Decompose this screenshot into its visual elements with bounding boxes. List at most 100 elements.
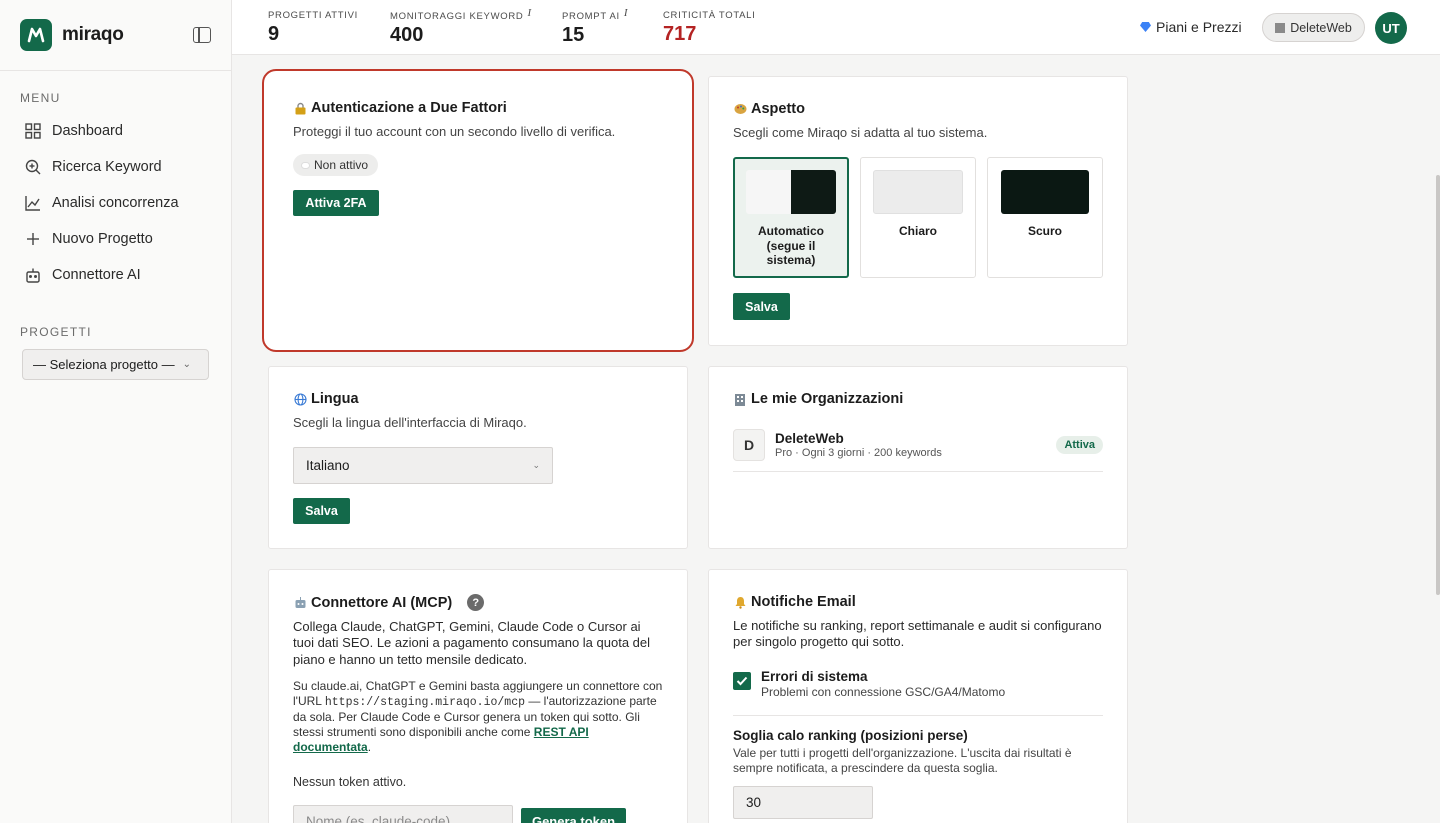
projects-section-label: PROGETTI bbox=[20, 325, 92, 339]
info-icon[interactable]: i bbox=[624, 7, 628, 19]
system-errors-label: Errori di sistema bbox=[761, 668, 868, 684]
twofa-status-badge: Non attivo bbox=[293, 154, 379, 177]
avatar[interactable]: UT bbox=[1375, 12, 1407, 44]
enable-2fa-button[interactable]: Attiva 2FA bbox=[293, 190, 379, 217]
language-card: Lingua Scegli la lingua dell'interfaccia… bbox=[268, 366, 688, 549]
org-pill-label: DeleteWeb bbox=[1290, 20, 1352, 35]
status-badge: Attiva bbox=[1056, 436, 1103, 454]
system-errors-sub: Problemi con connessione GSC/GA4/Matomo bbox=[761, 684, 1006, 699]
token-name-input[interactable] bbox=[293, 804, 513, 823]
sidebar-item-keyword-research[interactable]: Ricerca Keyword bbox=[0, 149, 231, 185]
language-select-value: Italiano bbox=[306, 458, 350, 474]
bell-icon bbox=[733, 595, 747, 609]
theme-option-light[interactable]: Chiaro bbox=[860, 157, 976, 279]
sidebar-item-label: Dashboard bbox=[52, 123, 123, 139]
org-switcher[interactable]: DeleteWeb bbox=[1262, 13, 1365, 42]
threshold-input[interactable] bbox=[733, 785, 873, 819]
theme-options: Automatico (segue il sistema) Chiaro Scu… bbox=[733, 157, 1103, 279]
language-select[interactable]: Italiano ⌄ bbox=[293, 447, 553, 485]
stat-label: PROMPT AI bbox=[562, 11, 620, 22]
save-language-button[interactable]: Salva bbox=[293, 498, 350, 525]
sidebar-toggle-icon[interactable] bbox=[193, 27, 211, 43]
stat-value: 400 bbox=[390, 24, 424, 46]
chevron-down-icon: ⌄ bbox=[532, 460, 540, 471]
theme-option-label: Chiaro bbox=[898, 224, 937, 239]
logo-icon[interactable] bbox=[20, 19, 52, 51]
sidebar-item-new-project[interactable]: Nuovo Progetto bbox=[0, 221, 231, 257]
stat-active-projects: PROGETTI ATTIVI 9 bbox=[268, 10, 358, 46]
appearance-title: Aspetto bbox=[751, 101, 805, 117]
sidebar-item-dashboard[interactable]: Dashboard bbox=[0, 113, 231, 149]
organizations-title: Le mie Organizzazioni bbox=[751, 391, 904, 407]
twofa-title: Autenticazione a Due Fattori bbox=[311, 100, 507, 116]
sidebar-item-competitor-analysis[interactable]: Analisi concorrenza bbox=[0, 185, 231, 221]
stat-ai-prompts: PROMPT AI i 15 bbox=[562, 7, 628, 47]
plus-icon bbox=[24, 231, 41, 248]
brand-name: miraqo bbox=[62, 24, 124, 45]
robot-icon bbox=[24, 267, 41, 284]
project-select[interactable]: — Seleziona progetto — ⌄ bbox=[22, 349, 209, 380]
notifications-title: Notifiche Email bbox=[751, 594, 856, 610]
twofa-card: Autenticazione a Due Fattori Proteggi il… bbox=[262, 69, 694, 352]
twofa-status-text: Non attivo bbox=[314, 158, 369, 173]
system-errors-option: Errori di sistema Problemi con connessio… bbox=[733, 669, 1103, 716]
status-dot-icon bbox=[301, 161, 310, 169]
info-icon[interactable]: i bbox=[527, 7, 531, 19]
no-token-text: Nessun token attivo. bbox=[293, 775, 407, 790]
stat-keyword-monitoring: MONITORAGGI KEYWORD i 400 bbox=[390, 7, 532, 47]
theme-option-auto[interactable]: Automatico (segue il sistema) bbox=[733, 157, 849, 279]
stat-total-issues: CRITICITÀ TOTALI 717 bbox=[663, 10, 756, 46]
stat-value: 717 bbox=[663, 23, 697, 45]
twofa-desc: Proteggi il tuo account con un secondo l… bbox=[293, 124, 616, 139]
page-scrollbar[interactable] bbox=[1436, 175, 1440, 595]
org-meta: Pro · Ogni 3 giorni · 200 keywords bbox=[775, 447, 942, 459]
language-desc: Scegli la lingua dell'interfaccia di Mir… bbox=[293, 415, 527, 430]
generate-token-button[interactable]: Genera token bbox=[521, 807, 626, 823]
brand-header: miraqo bbox=[0, 0, 231, 71]
stat-value: 9 bbox=[268, 23, 280, 45]
notifications-desc: Le notifiche su ranking, report settiman… bbox=[733, 618, 1102, 650]
palette-icon bbox=[733, 102, 747, 116]
theme-preview-dark bbox=[1001, 170, 1089, 215]
building-icon bbox=[733, 392, 747, 406]
appearance-card: Aspetto Scegli come Miraqo si adatta al … bbox=[708, 76, 1128, 346]
notifications-card: Notifiche Email Le notifiche su ranking,… bbox=[708, 569, 1128, 823]
sidebar-item-label: Nuovo Progetto bbox=[52, 231, 153, 247]
topbar: PROGETTI ATTIVI 9 MONITORAGGI KEYWORD i 4… bbox=[232, 0, 1440, 55]
sidebar-item-ai-connector[interactable]: Connettore AI bbox=[0, 257, 231, 293]
project-select-value: — Seleziona progetto — bbox=[33, 357, 175, 372]
mcp-desc: Collega Claude, ChatGPT, Gemini, Claude … bbox=[293, 619, 651, 667]
plans-pricing-link[interactable]: Piani e Prezzi bbox=[1140, 19, 1242, 35]
building-icon bbox=[1275, 22, 1286, 33]
org-avatar: D bbox=[733, 429, 765, 461]
save-appearance-button[interactable]: Salva bbox=[733, 293, 790, 321]
org-name: DeleteWeb bbox=[775, 431, 844, 446]
grid-icon bbox=[24, 123, 41, 140]
stat-label: CRITICITÀ TOTALI bbox=[663, 10, 756, 21]
sidebar-nav: Dashboard Ricerca Keyword Analisi concor… bbox=[0, 113, 231, 293]
theme-preview-auto bbox=[746, 170, 836, 215]
sidebar: miraqo MENU Dashboard Ricerca Keyword An… bbox=[0, 0, 232, 823]
system-errors-checkbox[interactable] bbox=[733, 671, 751, 690]
theme-option-label: Scuro bbox=[1027, 224, 1062, 239]
lock-icon bbox=[293, 101, 307, 115]
chevron-down-icon: ⌄ bbox=[182, 359, 192, 370]
sidebar-item-label: Ricerca Keyword bbox=[52, 159, 162, 175]
robot-icon bbox=[293, 596, 307, 610]
globe-icon bbox=[293, 392, 307, 406]
language-title: Lingua bbox=[311, 391, 359, 407]
mcp-card: Connettore AI (MCP) ? Collega Claude, Ch… bbox=[268, 569, 688, 823]
gem-icon bbox=[1140, 22, 1151, 32]
theme-option-label: Automatico (segue il sistema) bbox=[758, 224, 824, 268]
threshold-desc: Vale per tutti i progetti dell'organizza… bbox=[733, 745, 1072, 775]
stat-label: PROGETTI ATTIVI bbox=[268, 10, 359, 21]
help-icon[interactable]: ? bbox=[467, 594, 485, 611]
sidebar-item-label: Connettore AI bbox=[52, 267, 141, 283]
plans-label: Piani e Prezzi bbox=[1156, 19, 1242, 35]
threshold-label: Soglia calo ranking (posizioni perse) bbox=[733, 727, 968, 743]
stat-label: MONITORAGGI KEYWORD bbox=[390, 11, 524, 22]
list-item[interactable]: D DeleteWeb Pro · Ogni 3 giorni · 200 ke… bbox=[733, 429, 1103, 472]
theme-option-dark[interactable]: Scuro bbox=[987, 157, 1103, 279]
organizations-card: Le mie Organizzazioni D DeleteWeb Pro · … bbox=[708, 366, 1128, 549]
search-plus-icon bbox=[24, 159, 41, 176]
